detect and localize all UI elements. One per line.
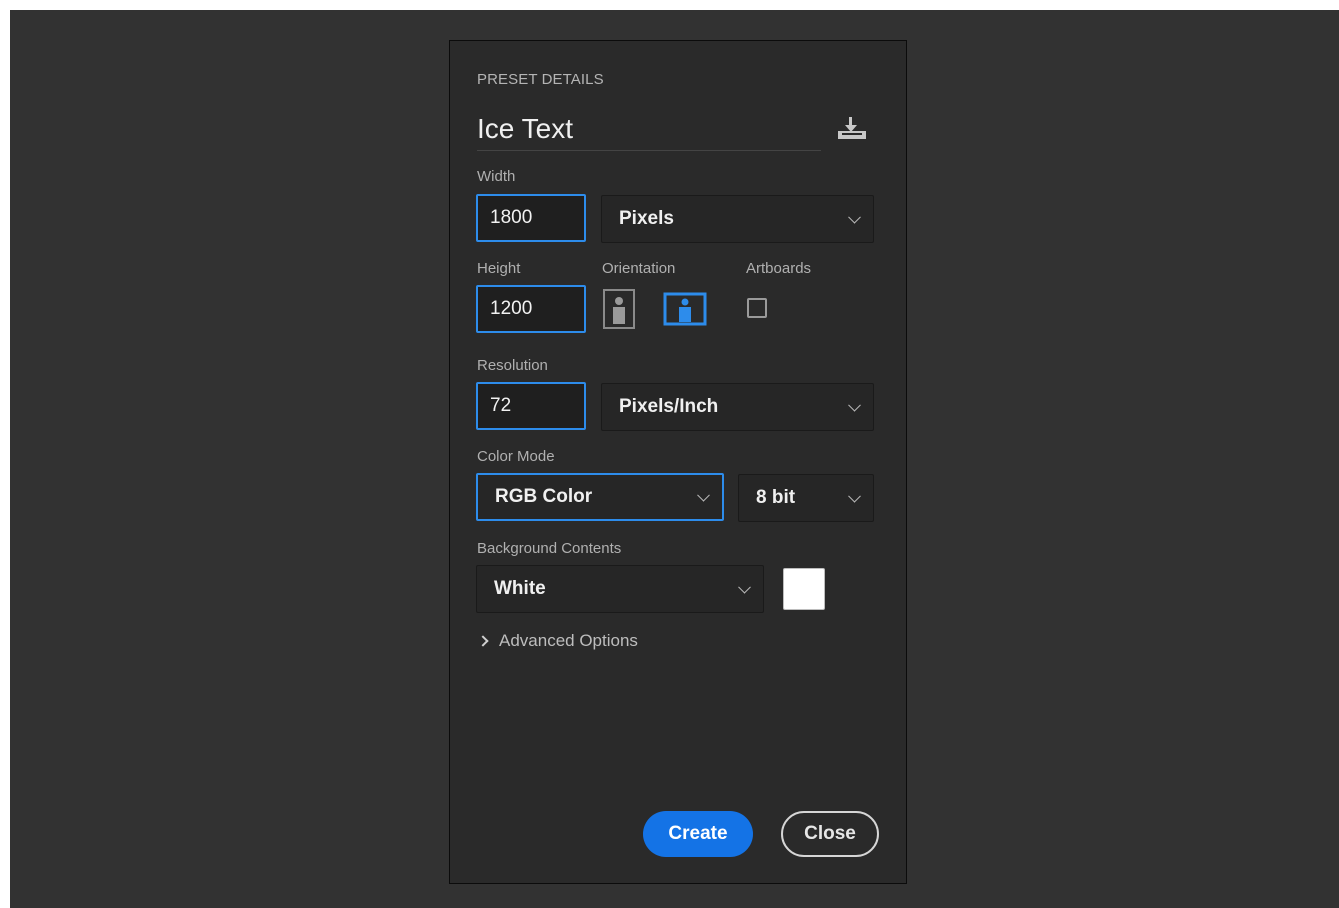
chevron-right-icon [477,635,489,647]
preset-name-field[interactable]: Ice Text [477,111,821,151]
chevron-down-icon [848,210,861,224]
save-preset-icon [838,117,866,139]
width-label: Width [477,168,516,185]
background-color-swatch[interactable] [783,568,825,610]
artboards-label: Artboards [746,260,812,277]
portrait-orientation-icon [603,289,635,329]
chevron-down-icon [848,398,861,412]
width-input[interactable]: 1800 [476,194,586,242]
bit-depth-value: 8 bit [756,487,796,508]
preset-details-panel: PRESET DETAILS Ice Text Width 1800 Pixel… [449,40,907,884]
advanced-options-label: Advanced Options [499,631,638,650]
width-unit-value: Pixels [619,208,674,229]
width-unit-select[interactable]: Pixels [601,195,874,243]
resolution-label: Resolution [477,357,548,374]
height-input[interactable]: 1200 [476,285,586,333]
landscape-orientation-button[interactable] [662,289,708,329]
save-preset-button[interactable] [834,113,870,143]
chevron-down-icon [848,489,861,503]
color-mode-label: Color Mode [477,448,555,465]
close-button[interactable]: Close [781,811,879,857]
resolution-unit-select[interactable]: Pixels/Inch [601,383,874,431]
artboards-checkbox[interactable] [747,298,767,318]
bit-depth-select[interactable]: 8 bit [738,474,874,522]
color-mode-value: RGB Color [495,486,593,507]
orientation-label: Orientation [602,260,676,277]
landscape-orientation-icon [663,292,707,326]
chevron-down-icon [697,488,710,502]
resolution-unit-value: Pixels/Inch [619,396,719,417]
background-contents-value: White [494,578,546,599]
chevron-down-icon [738,580,751,594]
section-title: PRESET DETAILS [477,71,604,88]
background-contents-label: Background Contents [477,540,622,557]
portrait-orientation-button[interactable] [602,289,636,329]
height-label: Height [477,260,521,277]
advanced-options-toggle[interactable]: Advanced Options [477,631,638,651]
background-contents-select[interactable]: White [476,565,764,613]
create-button[interactable]: Create [643,811,753,857]
color-mode-select[interactable]: RGB Color [476,473,724,521]
resolution-input[interactable]: 72 [476,382,586,430]
